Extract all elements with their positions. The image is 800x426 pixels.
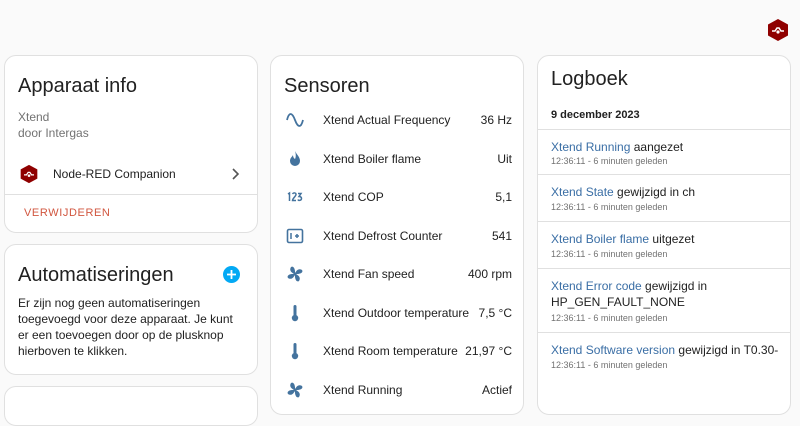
sensor-row-cop[interactable]: Xtend COP 5,1 <box>271 181 523 213</box>
sensor-name: Xtend Fan speed <box>323 267 415 281</box>
logbook-time: 12:36:11 - 6 minuten geleden <box>551 313 668 323</box>
sensor-row-defrost-counter[interactable]: Xtend Defrost Counter 541 <box>271 220 523 252</box>
logbook-time: 12:36:11 - 6 minuten geleden <box>551 249 668 259</box>
logbook-entity-link[interactable]: Xtend Boiler flame <box>551 232 649 246</box>
logbook-entity-link[interactable]: Xtend State <box>551 185 614 199</box>
device-manufacturer: door Intergas <box>18 126 89 140</box>
divider <box>538 174 790 175</box>
sensor-name: Xtend Actual Frequency <box>323 113 451 127</box>
sensor-name: Xtend Running <box>323 383 403 397</box>
sensor-row-outdoor-temperature[interactable]: Xtend Outdoor temperature 7,5 °C <box>271 297 523 329</box>
logbook-message: Xtend Running aangezet <box>551 140 684 154</box>
sensors-title: Sensoren <box>284 75 370 97</box>
sensors-card: Sensoren Xtend Actual Frequency 36 Hz Xt… <box>270 55 524 415</box>
delete-button[interactable]: VERWIJDEREN <box>24 207 110 219</box>
logbook-entity-link[interactable]: Xtend Running <box>551 140 630 154</box>
sensor-name: Xtend COP <box>323 190 384 204</box>
fire-icon <box>290 151 300 166</box>
sensor-row-actual-frequency[interactable]: Xtend Actual Frequency 36 Hz <box>271 104 523 136</box>
logbook-time: 12:36:11 - 6 minuten geleden <box>551 360 668 370</box>
sensor-row-running[interactable]: Xtend Running Actief <box>271 374 523 406</box>
logbook-time: 12:36:11 - 6 minuten geleden <box>551 202 668 212</box>
add-automation-button[interactable] <box>223 266 240 283</box>
device-model: Xtend <box>18 110 50 124</box>
thermometer-icon <box>291 343 299 360</box>
scenes-card <box>4 386 258 426</box>
numeric-icon <box>287 191 303 202</box>
device-info-card: Apparaat info Xtend door Intergas Node-R… <box>4 55 258 233</box>
sine-wave-icon <box>286 113 304 127</box>
thermometer-icon <box>291 305 299 322</box>
sensor-value: 36 Hz <box>480 113 512 127</box>
divider <box>5 194 257 195</box>
logbook-entry: Xtend Error code gewijzigd in HP_GEN_FAU… <box>538 268 790 331</box>
device-info-title: Apparaat info <box>18 75 137 97</box>
fan-icon <box>287 382 303 398</box>
logbook-entry: Xtend State gewijzigd in ch 12:36:11 - 6… <box>538 174 790 220</box>
integration-label: Node-RED Companion <box>53 167 176 181</box>
automations-title: Automatiseringen <box>18 264 174 286</box>
sensor-row-boiler-flame[interactable]: Xtend Boiler flame Uit <box>271 143 523 175</box>
sensor-row-fan-speed[interactable]: Xtend Fan speed 400 rpm <box>271 258 523 290</box>
sensor-name: Xtend Boiler flame <box>323 152 422 166</box>
sensor-name: Xtend Defrost Counter <box>323 229 443 243</box>
counter-icon <box>286 228 304 244</box>
logbook-entry: Xtend Software version gewijzigd in T0.3… <box>538 332 790 378</box>
logbook-message: Xtend Software version gewijzigd in T0.3… <box>551 343 779 357</box>
logbook-time: 12:36:11 - 6 minuten geleden <box>551 156 668 166</box>
logbook-message: Xtend Boiler flame uitgezet <box>551 232 695 246</box>
sensor-value: Actief <box>481 383 512 397</box>
node-red-hex-icon[interactable] <box>766 18 790 42</box>
sensor-value: 400 rpm <box>467 267 512 281</box>
divider <box>538 268 790 269</box>
divider <box>538 221 790 222</box>
logbook-message: Xtend Error code gewijzigd in HP_GEN_FAU… <box>551 279 708 309</box>
logbook-entry: Xtend Boiler flame uitgezet 12:36:11 - 6… <box>538 221 790 267</box>
automations-card: Automatiseringen Er zijn nog geen automa… <box>4 244 258 375</box>
chevron-right-icon <box>232 168 240 180</box>
automations-empty-text: Er zijn nog geen automatiseringen toegev… <box>18 296 233 358</box>
sensor-row-room-temperature[interactable]: Xtend Room temperature 21,97 °C <box>271 335 523 367</box>
plus-icon <box>227 270 236 279</box>
sensor-name: Xtend Room temperature <box>323 344 458 358</box>
logbook-message: Xtend State gewijzigd in ch <box>551 185 696 199</box>
logbook-entity-link[interactable]: Xtend Software version <box>551 343 675 357</box>
sensor-value: 541 <box>491 229 512 243</box>
node-red-hex-icon <box>20 164 38 184</box>
divider <box>538 129 790 130</box>
integration-link[interactable]: Node-RED Companion <box>5 156 257 192</box>
logbook-title: Logboek <box>551 68 628 90</box>
fan-icon <box>287 266 303 282</box>
logbook-card: Logboek 9 december 2023 Xtend Running aa… <box>537 55 791 415</box>
logbook-entry: Xtend Running aangezet 12:36:11 - 6 minu… <box>538 129 790 174</box>
divider <box>538 332 790 333</box>
logbook-date: 9 december 2023 <box>551 109 640 121</box>
sensor-name: Xtend Outdoor temperature <box>323 306 470 320</box>
logbook-entity-link[interactable]: Xtend Error code <box>551 279 642 293</box>
top-bar <box>0 0 800 52</box>
sensor-value: Uit <box>497 152 512 166</box>
sensor-value: 7,5 °C <box>478 306 512 320</box>
sensor-value: 5,1 <box>495 190 512 204</box>
sensor-value: 21,97 °C <box>465 344 512 358</box>
